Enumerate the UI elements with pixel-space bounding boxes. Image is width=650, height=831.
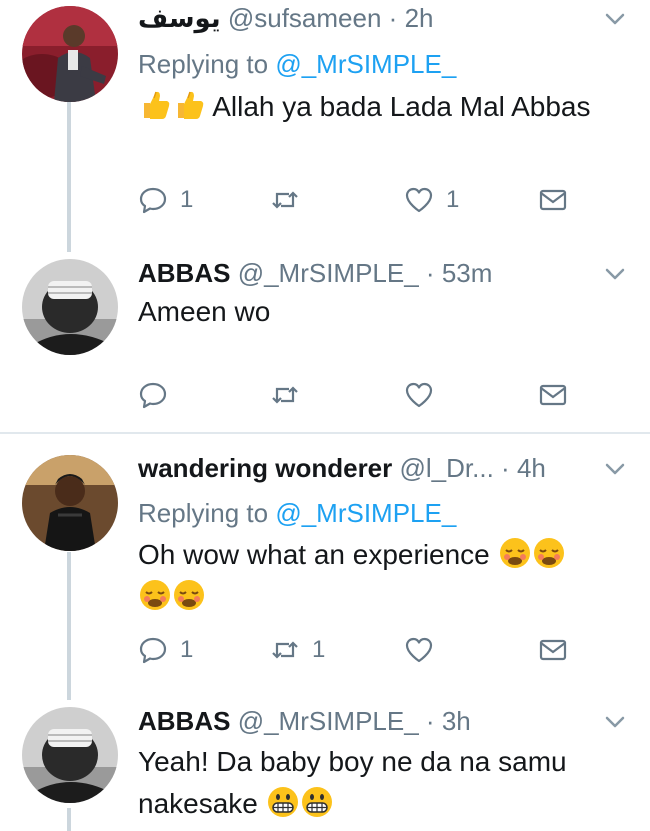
replying-label: Replying to — [138, 49, 269, 79]
tweet-text: Ameen wo — [138, 291, 618, 333]
envelope-icon — [539, 639, 567, 661]
like-button[interactable] — [404, 379, 446, 411]
sleepy-face-emoji — [138, 578, 172, 612]
reply-count: 1 — [180, 636, 194, 663]
display-name[interactable]: ABBAS — [138, 258, 230, 288]
reply-icon — [139, 187, 167, 214]
mention-link[interactable]: @_MrSIMPLE_ — [275, 498, 456, 528]
user-handle[interactable]: @_MrSIMPLE_ — [238, 706, 419, 736]
like-button[interactable] — [404, 634, 446, 666]
heart-icon — [405, 187, 433, 213]
reply-button[interactable]: 1 — [138, 184, 193, 216]
thumbs-up-emoji — [172, 88, 206, 122]
like-count: 1 — [446, 186, 460, 213]
tweet-actions — [138, 379, 578, 411]
separator: · — [388, 3, 398, 33]
reply-count: 1 — [180, 186, 194, 213]
tweet-header: ABBAS @_MrSIMPLE_ · 3h — [138, 703, 600, 739]
tweet-text-content: Oh wow what an experience — [138, 539, 490, 570]
chevron-down-icon[interactable] — [602, 709, 628, 735]
tweet-actions: 1 1 — [138, 184, 578, 216]
tweet-actions: 1 1 — [138, 634, 578, 666]
display-name[interactable]: يوسف — [138, 3, 221, 33]
tweet-text-content: Ameen wo — [138, 296, 271, 327]
display-name[interactable]: ABBAS — [138, 706, 230, 736]
envelope-icon — [539, 189, 567, 211]
timestamp[interactable]: 4h — [517, 453, 546, 483]
tweet[interactable]: ABBAS @_MrSIMPLE_ · 3h Yeah! Da baby boy… — [0, 703, 650, 831]
chevron-down-icon[interactable] — [602, 6, 628, 32]
message-button[interactable] — [538, 379, 568, 411]
separator: · — [501, 453, 510, 483]
replying-label: Replying to — [138, 498, 269, 528]
tweet-text: Yeah! Da baby boy ne da na samu nakesake — [138, 741, 618, 825]
envelope-icon — [539, 384, 567, 406]
grinning-face-emoji — [266, 785, 300, 819]
timestamp[interactable]: 3h — [442, 706, 471, 736]
reply-button[interactable] — [138, 379, 180, 411]
retweet-button[interactable]: 1 — [270, 634, 325, 666]
retweet-button[interactable] — [270, 379, 312, 411]
sleepy-face-emoji — [172, 578, 206, 612]
reply-icon — [139, 637, 167, 664]
divider — [0, 432, 650, 434]
tweet-text-content: Allah ya bada Lada Mal Abbas — [212, 91, 591, 122]
timestamp[interactable]: 53m — [442, 258, 493, 288]
tweet-text: Oh wow what an experience — [138, 534, 618, 618]
tweet-header: يوسف @sufsameen · 2h — [138, 0, 600, 36]
user-handle[interactable]: @_MrSIMPLE_ — [238, 258, 419, 288]
timestamp[interactable]: 2h — [405, 3, 434, 33]
user-handle[interactable]: @sufsameen — [228, 3, 382, 33]
separator: · — [425, 258, 435, 288]
retweet-icon — [272, 386, 298, 404]
retweet-button[interactable] — [270, 184, 312, 216]
tweet[interactable]: wandering wonderer @l_Dr... · 4h Replyin… — [0, 450, 650, 685]
reply-button[interactable]: 1 — [138, 634, 193, 666]
replying-to: Replying to @_MrSIMPLE_ — [138, 47, 456, 81]
reply-icon — [139, 382, 167, 409]
sleepy-face-emoji — [498, 536, 532, 570]
tweet-header: wandering wonderer @l_Dr... · 4h — [138, 450, 600, 486]
tweet-header: ABBAS @_MrSIMPLE_ · 53m — [138, 255, 600, 291]
thumbs-up-emoji — [138, 88, 172, 122]
tweet[interactable]: يوسف @sufsameen · 2h Replying to @_MrSIM… — [0, 0, 650, 250]
retweet-icon — [272, 191, 298, 209]
grinning-face-emoji — [300, 785, 334, 819]
retweet-icon — [272, 641, 298, 659]
display-name[interactable]: wandering wonderer — [138, 453, 392, 483]
chevron-down-icon[interactable] — [602, 261, 628, 287]
avatar[interactable] — [22, 6, 118, 102]
tweet-text: Allah ya bada Lada Mal Abbas — [138, 86, 618, 128]
message-button[interactable] — [538, 634, 568, 666]
avatar[interactable] — [22, 707, 118, 803]
user-handle[interactable]: @l_Dr... — [400, 453, 494, 483]
tweet-text-content: Yeah! Da baby boy ne da na samu nakesake — [138, 746, 567, 819]
replying-to: Replying to @_MrSIMPLE_ — [138, 496, 456, 530]
heart-icon — [405, 382, 433, 408]
retweet-count: 1 — [312, 636, 326, 663]
sleepy-face-emoji — [532, 536, 566, 570]
avatar[interactable] — [22, 259, 118, 355]
like-button[interactable]: 1 — [404, 184, 459, 216]
heart-icon — [405, 637, 433, 663]
chevron-down-icon[interactable] — [602, 456, 628, 482]
avatar[interactable] — [22, 455, 118, 551]
separator: · — [425, 706, 435, 736]
message-button[interactable] — [538, 184, 568, 216]
tweet[interactable]: ABBAS @_MrSIMPLE_ · 53m Ameen wo — [0, 255, 650, 430]
mention-link[interactable]: @_MrSIMPLE_ — [275, 49, 456, 79]
